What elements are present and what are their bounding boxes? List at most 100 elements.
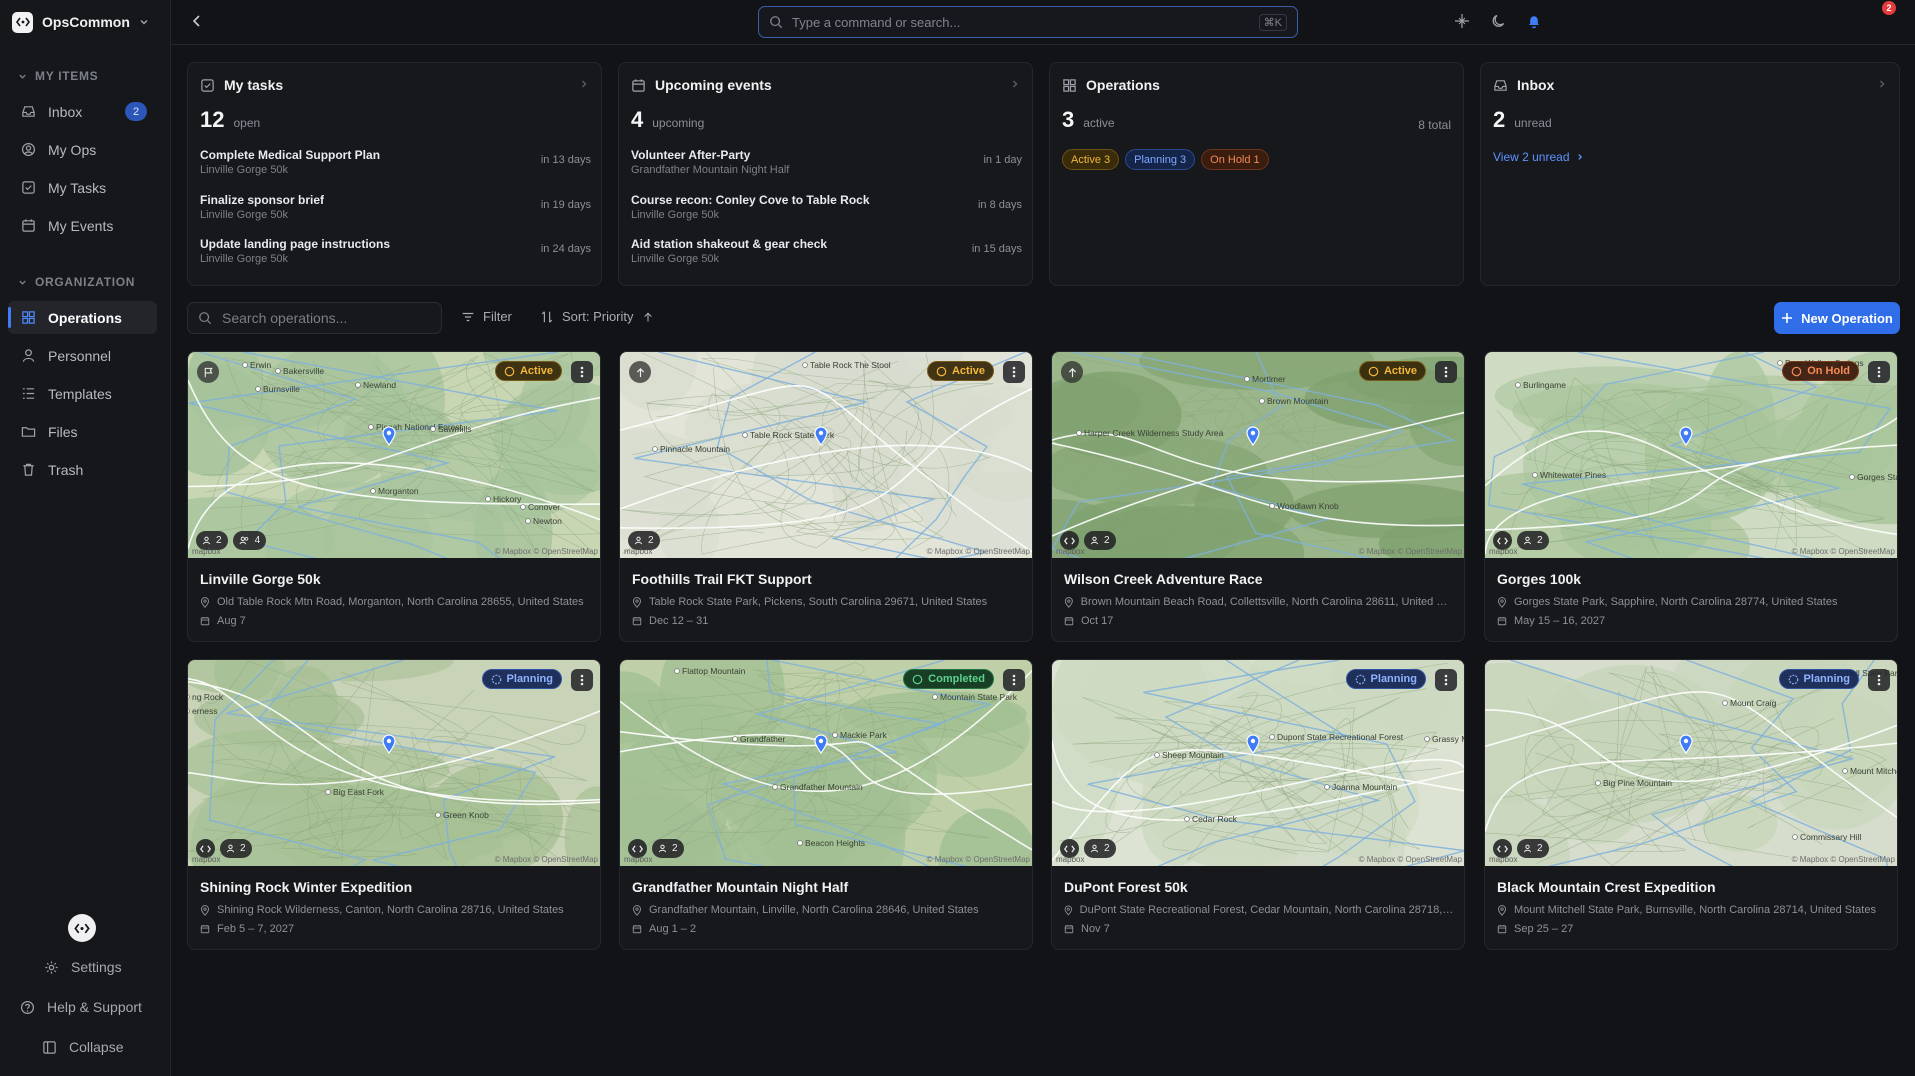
sidebar-item-my-tasks[interactable]: My Tasks	[8, 171, 157, 204]
arrow-up-icon[interactable]	[629, 361, 651, 383]
operation-card[interactable]: Table Rock The Stool Pinnacle Mountain Tab…	[619, 351, 1033, 642]
settings-button[interactable]: Settings	[44, 959, 122, 975]
sidebar-item-trash[interactable]: Trash	[8, 453, 157, 486]
more-options-button[interactable]	[1435, 361, 1457, 383]
active-count-pill[interactable]: Active 3	[1062, 149, 1120, 170]
task-row[interactable]: Finalize sponsor brief Linville Gorge 50k…	[200, 193, 591, 227]
operation-map[interactable]: Flattop Mountain Mountain State Park Grand…	[620, 660, 1032, 866]
back-button[interactable]	[189, 13, 205, 32]
events-count-label: upcoming	[652, 116, 705, 130]
operation-date-text: Nov 7	[1081, 923, 1110, 935]
section-my-items[interactable]: MY ITEMS	[18, 69, 98, 83]
sort-label: Sort: Priority	[562, 309, 634, 324]
operation-map[interactable]: Bear Wallow SpringsBurlingameWhitewater …	[1485, 352, 1897, 558]
operation-card[interactable]: ng Rock erness Big East Fork Green Knob Plan…	[187, 659, 601, 950]
command-search[interactable]: ⌘K	[758, 6, 1298, 38]
help-support-button[interactable]: Help & Support	[20, 999, 142, 1015]
map-background: ng Rock erness Big East Fork Green Knob	[188, 660, 600, 866]
more-options-button[interactable]	[1868, 361, 1890, 383]
status-label: Planning	[1370, 673, 1417, 685]
personnel-count-chip: 2	[1084, 839, 1116, 858]
inbox-card[interactable]: Inbox 2 unread View 2 unread	[1480, 62, 1900, 286]
sidebar-item-inbox[interactable]: Inbox 2	[8, 95, 157, 128]
operations-search[interactable]	[187, 302, 442, 334]
new-operation-button[interactable]: New Operation	[1774, 302, 1900, 334]
more-options-button[interactable]	[571, 361, 593, 383]
operation-map[interactable]: ng Rock erness Big East Fork Green Knob Plan…	[188, 660, 600, 866]
person-icon	[20, 348, 36, 364]
task-row[interactable]: Complete Medical Support Plan Linville Go…	[200, 148, 591, 182]
operation-address: Gorges State Park, Sapphire, North Carol…	[1497, 596, 1887, 608]
operations-search-input[interactable]	[222, 310, 431, 326]
status-badge: Planning	[1778, 669, 1859, 689]
chevron-right-icon[interactable]	[1010, 79, 1020, 89]
section-organization[interactable]: ORGANIZATION	[18, 275, 135, 289]
more-options-button[interactable]	[1435, 669, 1457, 691]
planning-count-pill[interactable]: Planning 3	[1125, 149, 1196, 170]
chevron-right-icon[interactable]	[1877, 79, 1887, 89]
more-options-button[interactable]	[1003, 669, 1025, 691]
operation-card[interactable]: Bear Wallow SpringsBurlingameWhitewater …	[1484, 351, 1898, 642]
event-row[interactable]: Volunteer After-Party Grandfather Mountai…	[631, 148, 1022, 182]
operation-map[interactable]: Table Rock The Stool Pinnacle Mountain Tab…	[620, 352, 1032, 558]
command-search-input[interactable]	[792, 14, 1250, 30]
workspace-switcher[interactable]: OpsCommon	[12, 11, 149, 33]
sidebar-item-label: My Events	[48, 217, 114, 234]
grid-icon	[1063, 78, 1076, 92]
check-square-icon	[20, 180, 36, 196]
operation-map[interactable]: Dupont State Recreational Forest Sheep Mo…	[1052, 660, 1464, 866]
event-row[interactable]: Course recon: Conley Cove to Table Rock L…	[631, 193, 1022, 227]
sort-button[interactable]: Sort: Priority	[540, 309, 654, 324]
theme-toggle[interactable]	[1491, 13, 1507, 32]
map-place-label: Pinnacle Mountain	[660, 444, 730, 454]
operation-card[interactable]: Mortimer Brown Mountain Harper Creek Wilde…	[1051, 351, 1465, 642]
settings-label: Settings	[71, 959, 122, 975]
user-circle-icon	[20, 142, 36, 158]
operation-date: Dec 12 – 31	[632, 615, 708, 627]
collapse-sidebar-button[interactable]: Collapse	[42, 1039, 123, 1055]
operation-address: Mount Mitchell State Park, Burnsville, N…	[1497, 904, 1887, 916]
map-place-label: Burlingame	[1523, 380, 1566, 390]
flag-icon[interactable]	[197, 361, 219, 383]
operation-map[interactable]: Mount Mitchell State ParkMount CraigBig …	[1485, 660, 1897, 866]
event-title: Course recon: Conley Cove to Table Rock	[631, 193, 870, 207]
sidebar-item-my-events[interactable]: My Events	[8, 209, 157, 242]
trash-icon	[20, 462, 36, 478]
view-unread-link[interactable]: View 2 unread	[1493, 150, 1584, 164]
operation-card[interactable]: Erwin Newland Bakersville Burnsville Pisgah …	[187, 351, 601, 642]
sidebar-item-operations[interactable]: Operations	[8, 301, 157, 334]
map-background: Dupont State Recreational Forest Sheep Mo…	[1052, 660, 1464, 866]
more-options-button[interactable]	[1003, 361, 1025, 383]
sidebar-item-templates[interactable]: Templates	[8, 377, 157, 410]
grid-icon	[20, 310, 36, 326]
map-pin-icon	[632, 596, 642, 608]
operation-map[interactable]: Erwin Newland Bakersville Burnsville Pisgah …	[188, 352, 600, 558]
task-row[interactable]: Update landing page instructions Linville…	[200, 237, 591, 271]
sidebar-item-my-ops[interactable]: My Ops	[8, 133, 157, 166]
notifications-button[interactable]	[1526, 13, 1542, 32]
more-options-button[interactable]	[1868, 669, 1890, 691]
arrow-up-icon[interactable]	[642, 311, 654, 323]
operation-card[interactable]: Mount Mitchell State ParkMount CraigBig …	[1484, 659, 1898, 950]
map-attribution: © Mapbox © OpenStreetMap	[1791, 855, 1895, 864]
operations-summary-card[interactable]: Operations 3 active 8 total Active 3 Plan…	[1049, 62, 1464, 286]
upcoming-events-card[interactable]: Upcoming events 4 upcoming Volunteer Afte…	[618, 62, 1033, 286]
map-pin-icon	[200, 904, 210, 916]
operation-card[interactable]: Flattop Mountain Mountain State Park Grand…	[619, 659, 1033, 950]
sidebar-item-personnel[interactable]: Personnel	[8, 339, 157, 372]
arrow-up-icon[interactable]	[1061, 361, 1083, 383]
group-count-chip: 4	[232, 531, 267, 550]
filter-button[interactable]: Filter	[461, 309, 512, 324]
sidebar-item-files[interactable]: Files	[8, 415, 157, 448]
operation-title: Black Mountain Crest Expedition	[1497, 879, 1716, 895]
operation-map[interactable]: Mortimer Brown Mountain Harper Creek Wilde…	[1052, 352, 1464, 558]
event-row[interactable]: Aid station shakeout & gear check Linvill…	[631, 237, 1022, 271]
operation-card[interactable]: Dupont State Recreational Forest Sheep Mo…	[1051, 659, 1465, 950]
sparkle-button[interactable]	[1454, 13, 1470, 32]
task-operation: Linville Gorge 50k	[200, 253, 289, 265]
chevron-right-icon[interactable]	[579, 79, 589, 89]
more-options-button[interactable]	[571, 669, 593, 691]
map-background: Mortimer Brown Mountain Harper Creek Wilde…	[1052, 352, 1464, 558]
on-hold-count-pill[interactable]: On Hold 1	[1201, 149, 1269, 170]
my-tasks-card[interactable]: My tasks 12 open Complete Medical Support…	[187, 62, 602, 286]
